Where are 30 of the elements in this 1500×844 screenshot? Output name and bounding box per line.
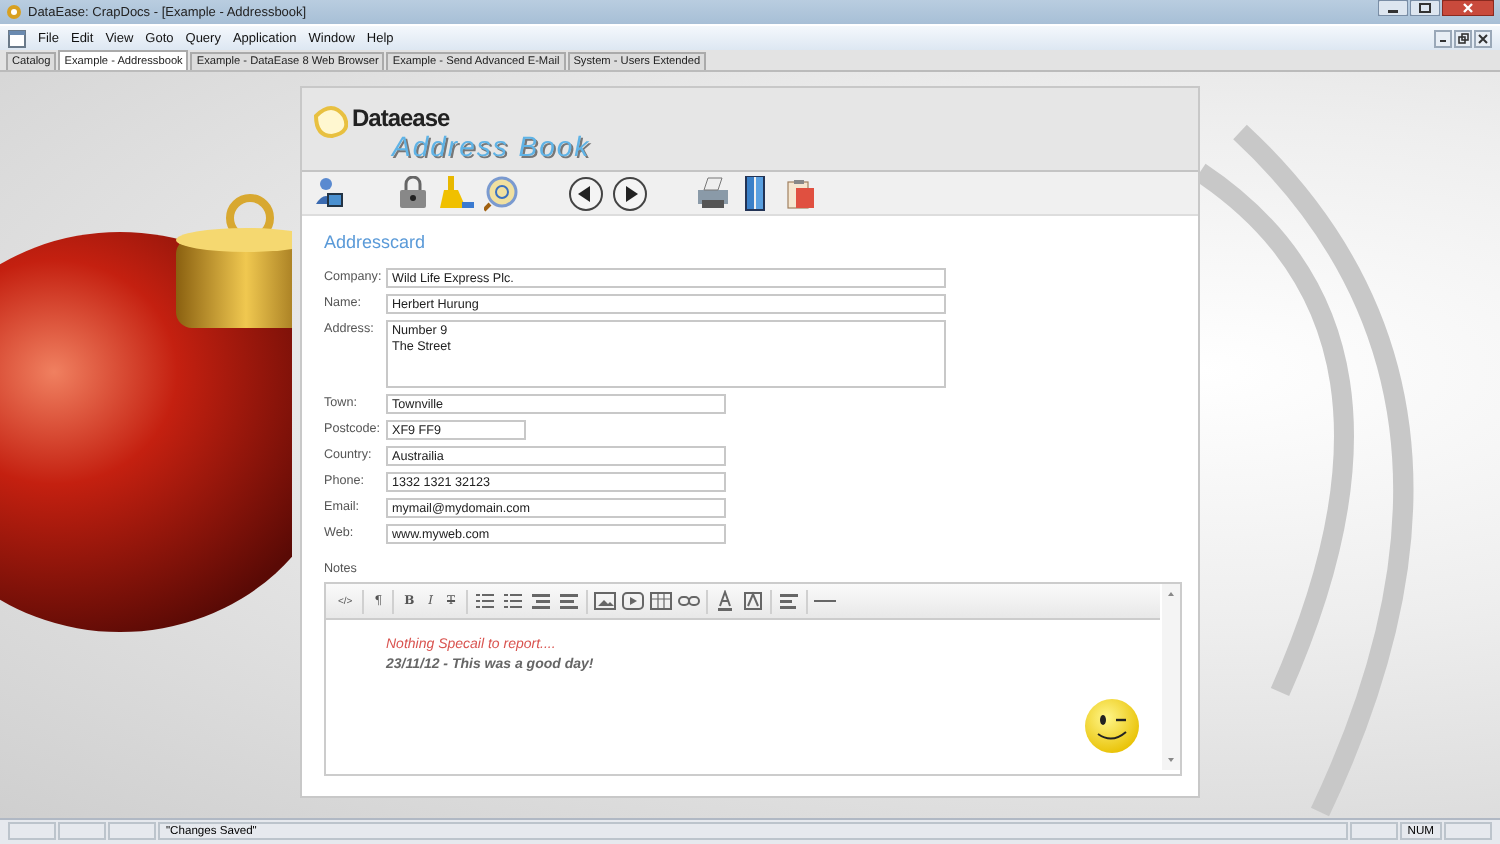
image-icon[interactable] — [593, 590, 616, 612]
printer-icon[interactable] — [696, 175, 732, 211]
outdent-icon[interactable] — [529, 590, 552, 612]
logo-subtitle: Address Book — [392, 129, 591, 161]
card-title: Addresscard — [324, 232, 428, 252]
smiley-icon — [1084, 698, 1140, 754]
numbered-list-icon[interactable] — [501, 590, 524, 612]
bullet-list-icon[interactable] — [473, 590, 496, 612]
bottle-icon[interactable] — [440, 175, 476, 211]
minimize-icon[interactable] — [1434, 29, 1452, 47]
table-icon[interactable] — [649, 590, 672, 612]
lock-icon[interactable] — [396, 175, 432, 211]
align-icon[interactable] — [777, 590, 800, 612]
user-icon[interactable] — [312, 175, 348, 211]
maximize-icon[interactable] — [1410, 0, 1440, 16]
restore-icon[interactable] — [1454, 29, 1472, 47]
close-icon[interactable] — [1442, 0, 1494, 16]
font-color-icon[interactable] — [713, 590, 736, 612]
logo-text: Dataease — [352, 103, 450, 131]
minimize-icon[interactable] — [1378, 0, 1408, 16]
app-icon — [6, 4, 22, 20]
back-icon[interactable] — [568, 175, 604, 211]
video-icon[interactable] — [621, 590, 644, 612]
forward-icon[interactable] — [612, 175, 648, 211]
search-icon[interactable] — [484, 175, 520, 211]
indent-icon[interactable] — [557, 590, 580, 612]
close-icon[interactable] — [1474, 29, 1492, 47]
clipboard-icon[interactable] — [784, 175, 820, 211]
background-color-icon[interactable] — [741, 590, 764, 612]
link-icon[interactable] — [677, 590, 700, 612]
